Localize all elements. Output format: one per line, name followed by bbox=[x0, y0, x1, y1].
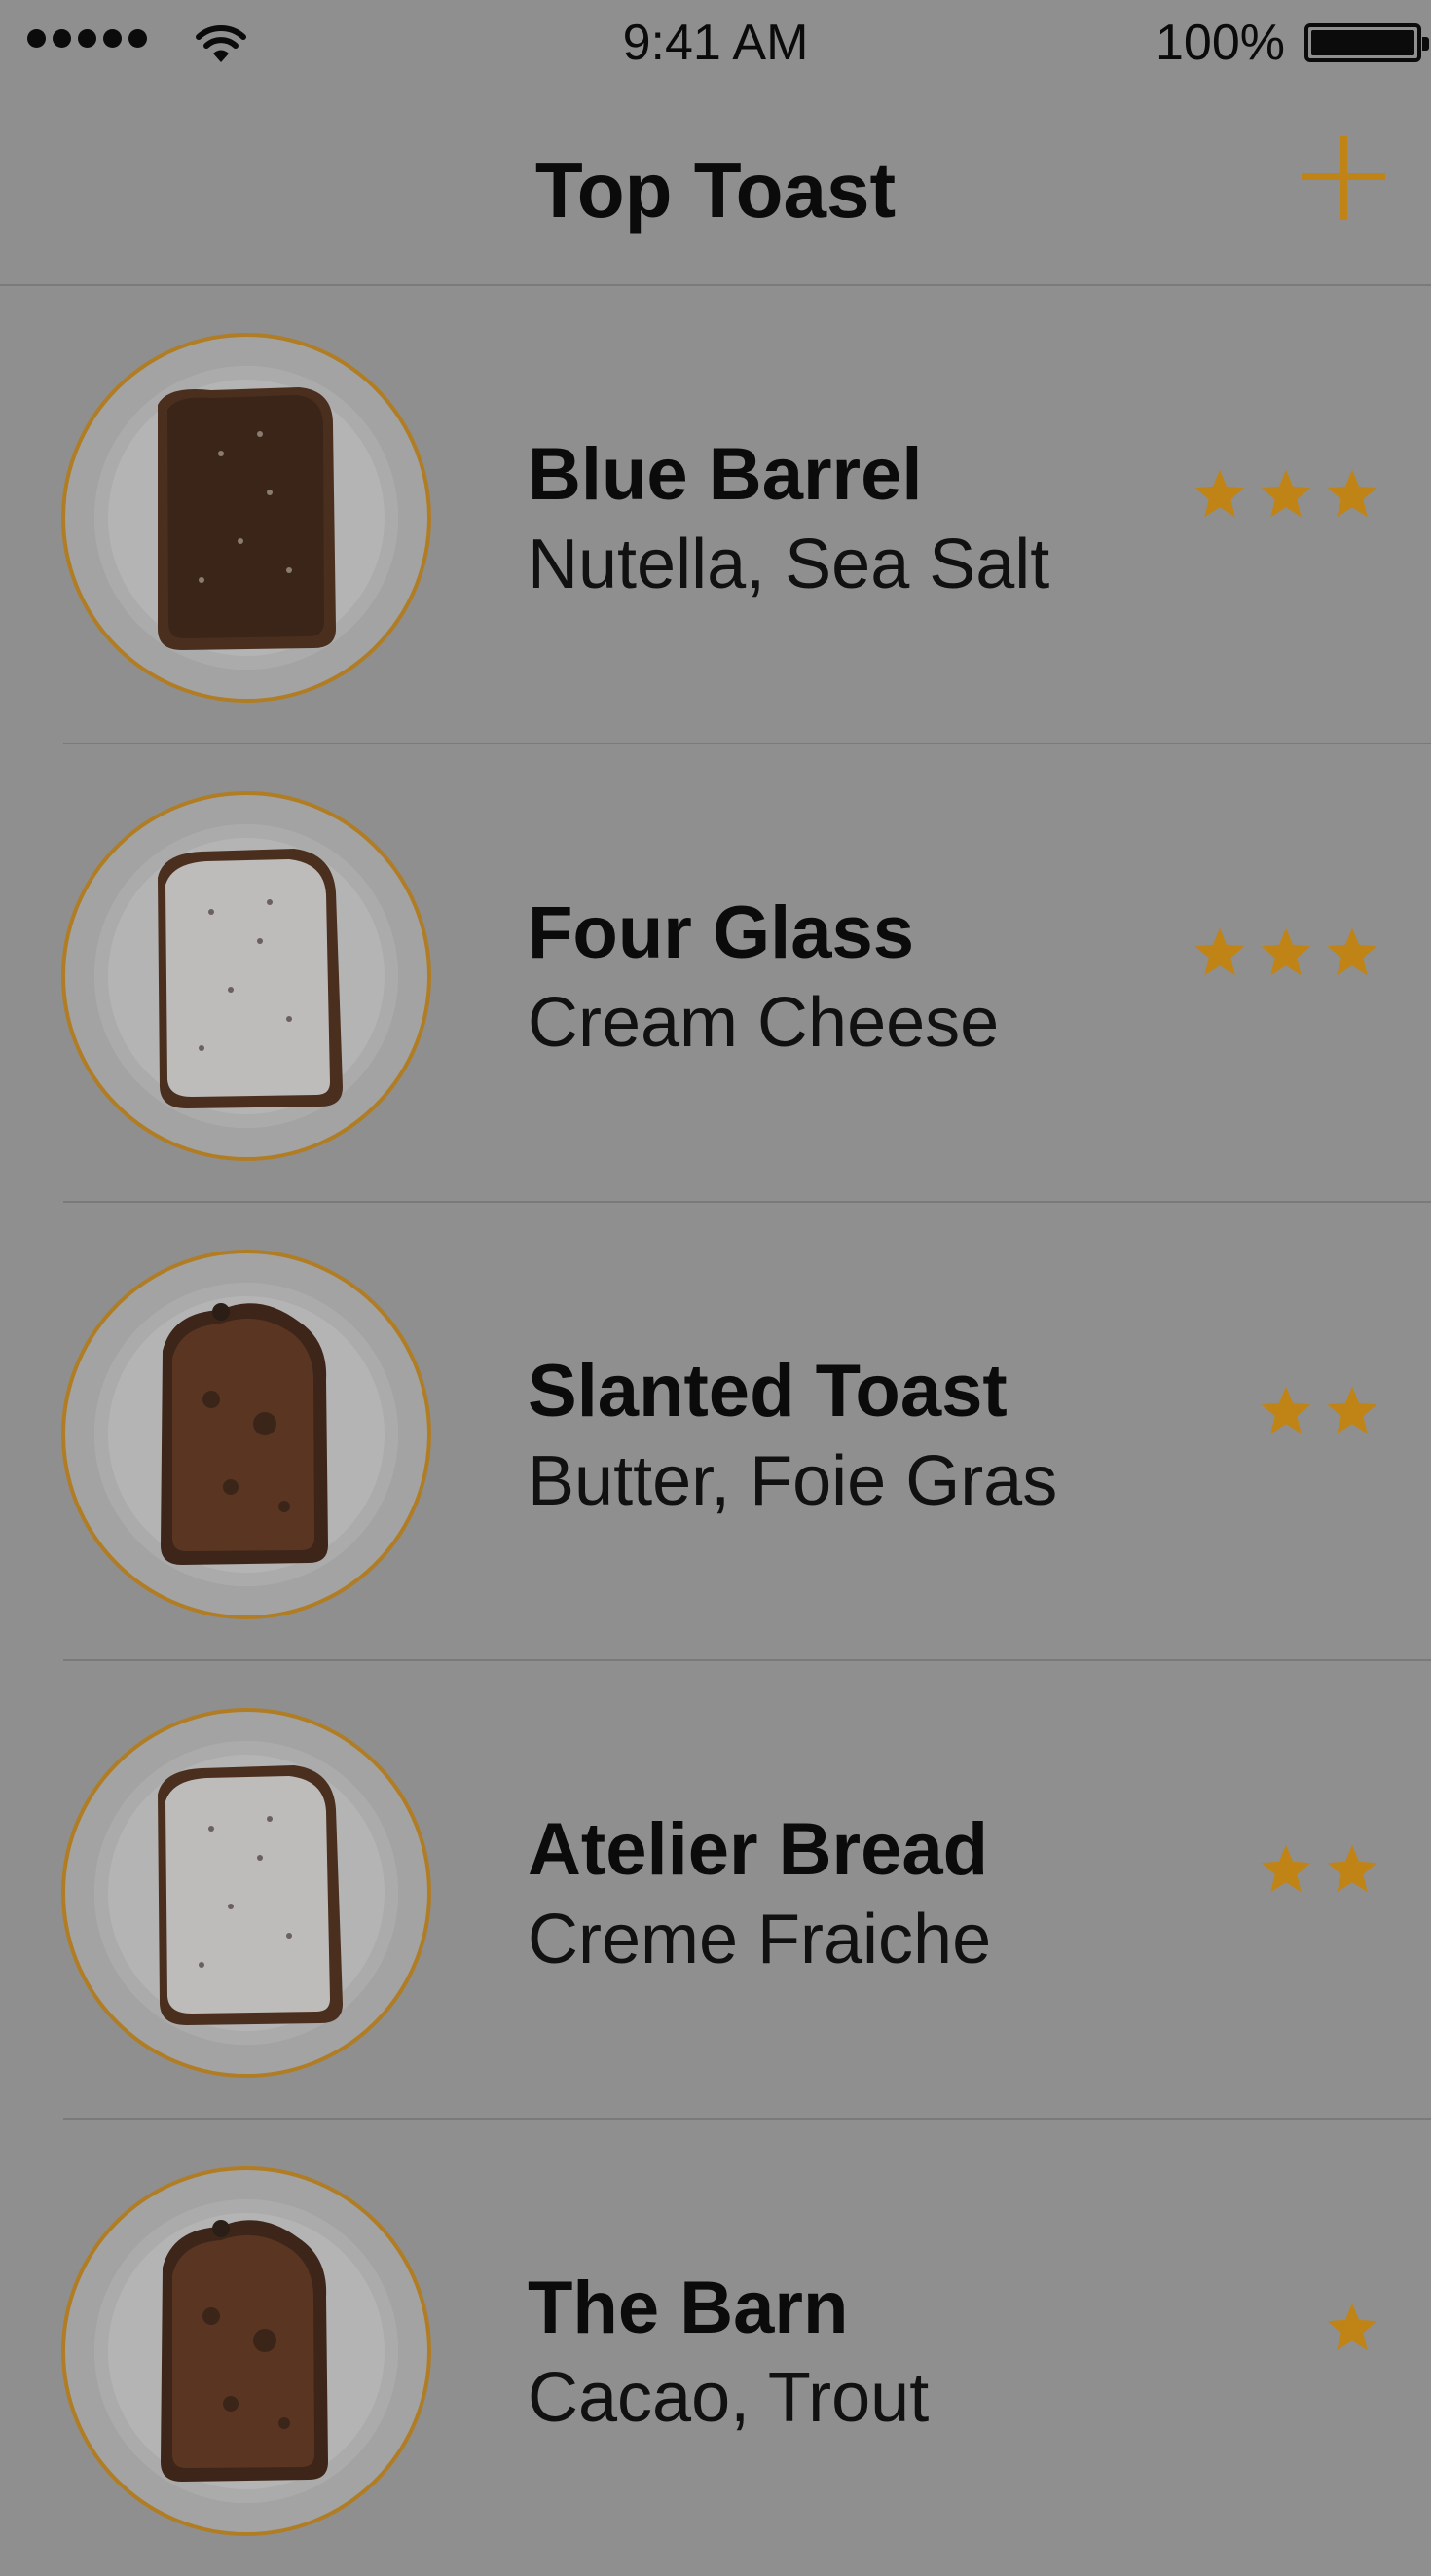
toast-thumbnail bbox=[61, 791, 431, 1161]
star-icon bbox=[1327, 2303, 1377, 2351]
toast-name: The Barn bbox=[528, 2267, 849, 2349]
toast-toppings: Butter, Foie Gras bbox=[528, 1442, 1058, 1520]
page-title: Top Toast bbox=[534, 147, 897, 234]
list-item[interactable]: Four Glass Cream Cheese bbox=[0, 744, 1431, 1203]
star-icon bbox=[1327, 469, 1377, 518]
toast-thumbnail bbox=[61, 1708, 431, 2078]
star-icon bbox=[1261, 469, 1311, 518]
toast-toppings: Cacao, Trout bbox=[528, 2359, 930, 2437]
cream-cheese-toast-icon bbox=[158, 1765, 343, 2025]
toast-thumbnail bbox=[61, 2166, 431, 2536]
rating-stars bbox=[1324, 2300, 1380, 2356]
nutella-toast-icon bbox=[158, 387, 336, 650]
navigation-bar: Top Toast bbox=[0, 88, 1431, 286]
rating-stars bbox=[1192, 925, 1380, 981]
list-item[interactable]: Blue Barrel Nutella, Sea Salt bbox=[0, 286, 1431, 744]
list-item[interactable]: Slanted Toast Butter, Foie Gras bbox=[0, 1203, 1431, 1661]
toast-name: Slanted Toast bbox=[528, 1350, 1008, 1433]
toast-toppings: Nutella, Sea Salt bbox=[528, 526, 1050, 603]
star-icon bbox=[1194, 469, 1245, 518]
toast-name: Atelier Bread bbox=[528, 1808, 989, 1891]
status-bar: 9:41 AM 100% bbox=[0, 0, 1431, 88]
battery-icon bbox=[1304, 23, 1429, 62]
plain-toast-icon bbox=[161, 2220, 328, 2482]
toast-list: Blue Barrel Nutella, Sea Salt Four Glass… bbox=[0, 286, 1431, 2576]
cream-cheese-toast-icon bbox=[158, 849, 343, 1108]
rating-stars bbox=[1258, 1383, 1380, 1439]
star-icon bbox=[1261, 1844, 1311, 1893]
rating-stars bbox=[1192, 466, 1380, 523]
list-item[interactable]: Atelier Bread Creme Fraiche bbox=[0, 1661, 1431, 2120]
star-icon bbox=[1261, 927, 1311, 976]
add-button[interactable] bbox=[1300, 134, 1387, 222]
screen: 9:41 AM 100% Top Toast Blue Barrel Nutel… bbox=[0, 0, 1431, 2576]
battery-percent: 100% bbox=[1156, 15, 1285, 71]
star-icon bbox=[1327, 1386, 1377, 1434]
toast-toppings: Creme Fraiche bbox=[528, 1901, 992, 1978]
toast-toppings: Cream Cheese bbox=[528, 984, 1000, 1062]
plain-toast-icon bbox=[161, 1303, 328, 1565]
star-icon bbox=[1194, 927, 1245, 976]
star-icon bbox=[1327, 1844, 1377, 1893]
list-item[interactable]: The Barn Cacao, Trout bbox=[0, 2120, 1431, 2576]
toast-name: Blue Barrel bbox=[528, 433, 923, 516]
toast-name: Four Glass bbox=[528, 891, 914, 974]
toast-thumbnail bbox=[61, 333, 431, 703]
rating-stars bbox=[1258, 1841, 1380, 1898]
plus-icon bbox=[1302, 136, 1385, 220]
toast-thumbnail bbox=[61, 1250, 431, 1619]
star-icon bbox=[1261, 1386, 1311, 1434]
star-icon bbox=[1327, 927, 1377, 976]
